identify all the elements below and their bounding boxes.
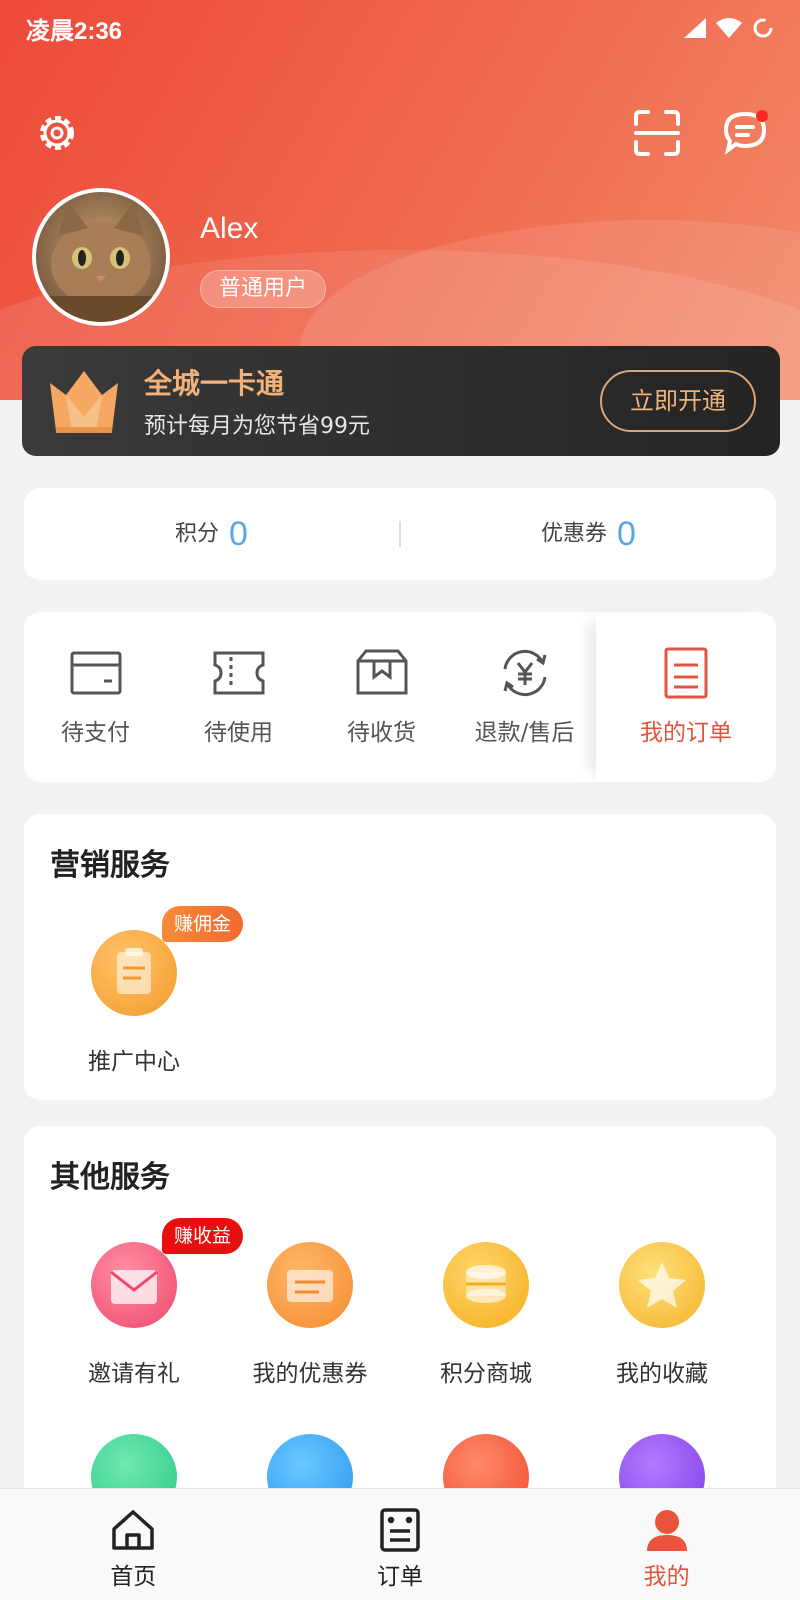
user-icon xyxy=(646,1510,687,1551)
coins-icon xyxy=(443,1242,529,1328)
points-entry[interactable]: 积分 0 xyxy=(24,515,399,554)
clipboard-icon xyxy=(91,930,177,1016)
vip-subtitle: 预计每月为您节省99元 xyxy=(144,414,370,439)
wallet-icon xyxy=(70,651,121,695)
status-time: 凌晨2:36 xyxy=(26,17,123,45)
section-title: 其他服务 xyxy=(50,1160,170,1195)
my-favorites[interactable]: 我的收藏 xyxy=(574,1242,750,1388)
loading-icon xyxy=(753,18,773,38)
service-label: 我的收藏 xyxy=(616,1361,708,1387)
envelope-icon xyxy=(91,1242,177,1328)
order-icon xyxy=(380,1508,420,1552)
order-item-label: 退款/售后 xyxy=(474,720,575,746)
points-card: 积分 0 优惠券 0 xyxy=(24,488,776,580)
scan-icon[interactable] xyxy=(632,108,682,158)
settings-icon[interactable] xyxy=(32,108,82,158)
refund-icon xyxy=(503,649,546,697)
marketing-services-card: 营销服务 赚佣金 推广中心 xyxy=(24,814,776,1100)
message-icon[interactable] xyxy=(720,108,770,158)
order-item-label: 待使用 xyxy=(204,720,273,746)
package-icon xyxy=(356,649,407,695)
vip-card[interactable]: 全城一卡通 预计每月为您节省99元 立即开通 xyxy=(22,346,780,456)
promotion-center[interactable]: 赚佣金 推广中心 xyxy=(46,906,244,1076)
nav-label: 首页 xyxy=(110,1564,157,1590)
service-label: 积分商城 xyxy=(440,1361,532,1387)
order-pending-use[interactable]: 待使用 xyxy=(167,612,310,782)
order-item-label: 待收货 xyxy=(347,720,416,746)
home-icon xyxy=(112,1510,155,1550)
order-item-label: 待支付 xyxy=(61,720,130,746)
status-icons xyxy=(684,17,774,39)
username: Alex xyxy=(200,212,259,245)
order-pending-receipt[interactable]: 待收货 xyxy=(310,612,453,782)
ticket-icon xyxy=(213,651,264,695)
nav-label: 我的 xyxy=(643,1564,690,1590)
wifi-icon xyxy=(716,18,742,38)
signal-icon xyxy=(684,18,706,38)
coupons-value: 0 xyxy=(617,514,636,553)
points-value: 0 xyxy=(229,514,248,553)
status-bar: 凌晨2:36 xyxy=(0,0,800,56)
service-label: 邀请有礼 xyxy=(88,1361,180,1387)
my-coupons[interactable]: 我的优惠券 xyxy=(222,1242,398,1388)
orders-card: 待支付 待使用 待收货 退款/售后 我的订单 xyxy=(24,612,776,782)
coupons-label: 优惠券 xyxy=(541,521,608,546)
points-mall[interactable]: 积分商城 xyxy=(398,1242,574,1388)
star-icon xyxy=(619,1242,705,1328)
my-orders-entry[interactable]: 我的订单 xyxy=(596,612,776,782)
commission-tag: 赚佣金 xyxy=(162,906,244,942)
other-services-card: 其他服务 赚收益 邀请有礼 我的优惠券 积分商城 我的收藏 xyxy=(24,1126,776,1520)
vip-title: 全城一卡通 xyxy=(144,367,285,400)
service-label: 推广中心 xyxy=(88,1049,180,1075)
points-label: 积分 xyxy=(175,521,220,546)
service-label: 我的优惠券 xyxy=(252,1361,368,1387)
section-title: 营销服务 xyxy=(50,848,170,883)
nav-orders[interactable]: 订单 xyxy=(267,1489,534,1600)
crown-icon xyxy=(50,371,118,433)
nav-label: 订单 xyxy=(377,1564,423,1590)
nav-mine[interactable]: 我的 xyxy=(533,1489,800,1600)
coupon-icon xyxy=(267,1242,353,1328)
my-orders-label: 我的订单 xyxy=(640,720,732,746)
nav-home[interactable]: 首页 xyxy=(0,1489,267,1600)
coupons-entry[interactable]: 优惠券 0 xyxy=(401,515,776,554)
user-level-badge: 普通用户 xyxy=(200,270,327,308)
invite-gift[interactable]: 赚收益 邀请有礼 xyxy=(46,1218,244,1388)
cat-avatar-icon xyxy=(36,202,166,322)
order-pending-payment[interactable]: 待支付 xyxy=(24,612,167,782)
order-list-icon xyxy=(664,647,708,699)
order-refund[interactable]: 退款/售后 xyxy=(453,612,596,782)
avatar[interactable] xyxy=(32,188,170,326)
bottom-nav: 首页 订单 我的 xyxy=(0,1488,800,1600)
vip-open-button[interactable]: 立即开通 xyxy=(600,370,756,432)
